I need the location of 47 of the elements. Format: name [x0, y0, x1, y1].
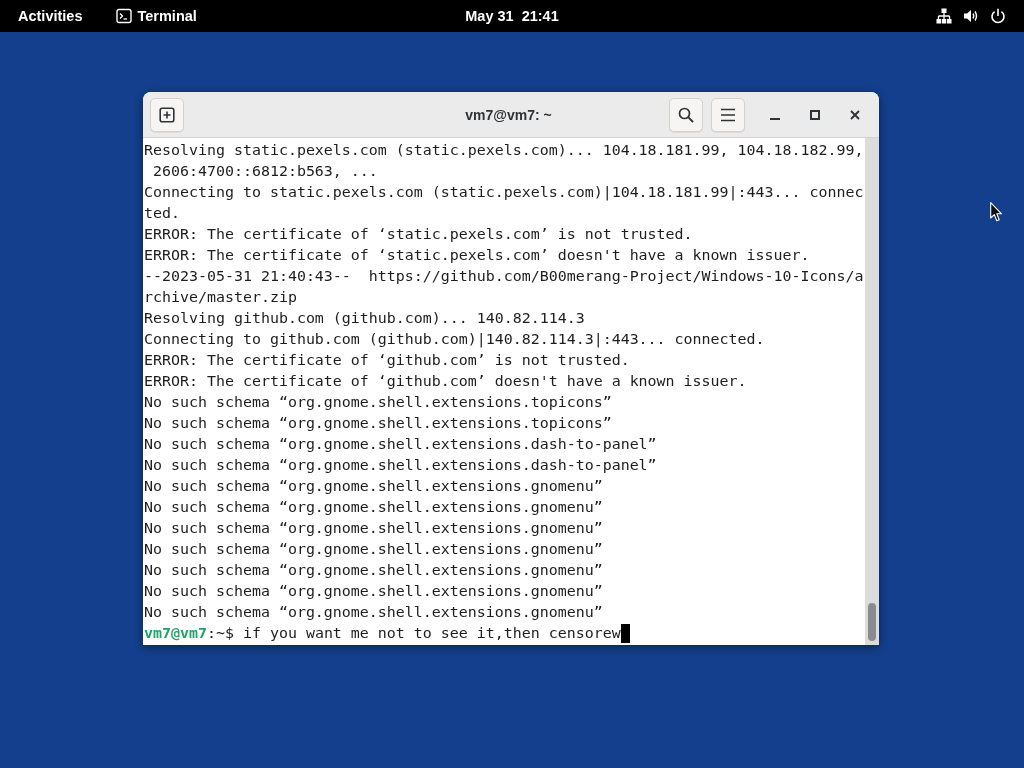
menu-button[interactable] — [711, 97, 745, 132]
close-icon — [850, 109, 860, 120]
terminal-output-line: No such schema “org.gnome.shell.extensions.gnomenu” — [144, 602, 604, 623]
power-icon[interactable] — [990, 8, 1006, 24]
prompt-path: :~$ — [206, 623, 234, 644]
search-icon — [678, 106, 694, 123]
text-cursor-icon — [620, 624, 630, 643]
volume-icon[interactable] — [963, 8, 979, 24]
command-text: if you want me not to see it,then censorew — [242, 623, 621, 644]
terminal-output-line: rchive/master.zip — [144, 287, 298, 308]
terminal-output-line: No such schema “org.gnome.shell.extensions.gnomenu” — [144, 497, 604, 518]
window-title: vm7@vm7: ~ — [465, 106, 552, 123]
menu-icon — [720, 106, 736, 123]
terminal-output-line: No such schema “org.gnome.shell.extensions.topicons” — [144, 413, 613, 434]
terminal-output-line: Connecting to github.com (github.com)|140.82.114.3|:443... connected. — [144, 329, 766, 350]
terminal-output-line: ERROR: The certificate of ‘static.pexels.com’ is not trusted. — [144, 224, 694, 245]
new-tab-icon — [159, 106, 175, 123]
terminal-output-line: --2023-05-31 21:40:43-- https://github.com/B00merang-Project/Windows-10-Icons/a — [144, 266, 865, 287]
new-tab-button[interactable] — [150, 97, 184, 132]
terminal-output-line: No such schema “org.gnome.shell.extensions.dash-to-panel” — [144, 434, 658, 455]
terminal-output-line: 2606:4700::6812:b563, ... — [152, 161, 379, 182]
minimize-icon — [770, 117, 780, 120]
prompt-user-host: vm7@vm7 — [144, 623, 207, 644]
terminal-output-line: ERROR: The certificate of ‘github.com’ is not trusted. — [144, 350, 631, 371]
network-wired-icon[interactable] — [936, 8, 952, 24]
terminal-output-line: No such schema “org.gnome.shell.extensions.gnomenu” — [144, 560, 604, 581]
terminal-icon — [116, 8, 133, 24]
terminal-output-line: ted. — [144, 203, 181, 224]
terminal-output-line: Resolving github.com (github.com)... 140.82.114.3 — [144, 308, 586, 329]
terminal-output-line: No such schema “org.gnome.shell.extensions.gnomenu” — [144, 539, 604, 560]
mouse-pointer-icon — [990, 202, 1002, 222]
terminal-output-line: No such schema “org.gnome.shell.extensions.gnomenu” — [144, 476, 604, 497]
terminal-output-line: No such schema “org.gnome.shell.extensions.dash-to-panel” — [144, 455, 658, 476]
activities-button[interactable]: Activities — [6, 2, 95, 30]
app-menu-label: Terminal — [137, 8, 197, 24]
search-button[interactable] — [669, 97, 703, 132]
terminal-output-line: No such schema “org.gnome.shell.extensions.gnomenu” — [144, 581, 604, 602]
terminal-output-line: Resolving static.pexels.com (static.pexels.com)... 104.18.181.99, 104.18.182.99, — [144, 140, 865, 161]
terminal-output-line: No such schema “org.gnome.shell.extensions.gnomenu” — [144, 518, 604, 539]
clock-button[interactable]: May 31 21:41 — [453, 2, 571, 30]
terminal-output-line: ERROR: The certificate of ‘github.com’ doesn't have a known issuer. — [144, 371, 748, 392]
scrollbar-thumb[interactable] — [868, 603, 876, 641]
terminal-output-line: Connecting to static.pexels.com (static.pexels.com)|104.18.181.99|:443... connec — [144, 182, 865, 203]
terminal-output-line: ERROR: The certificate of ‘static.pexels.com’ doesn't have a known issuer. — [144, 245, 811, 266]
app-menu-button[interactable]: Terminal — [106, 2, 209, 30]
maximize-icon — [810, 109, 820, 120]
terminal-output-line: No such schema “org.gnome.shell.extensions.topicons” — [144, 392, 613, 413]
